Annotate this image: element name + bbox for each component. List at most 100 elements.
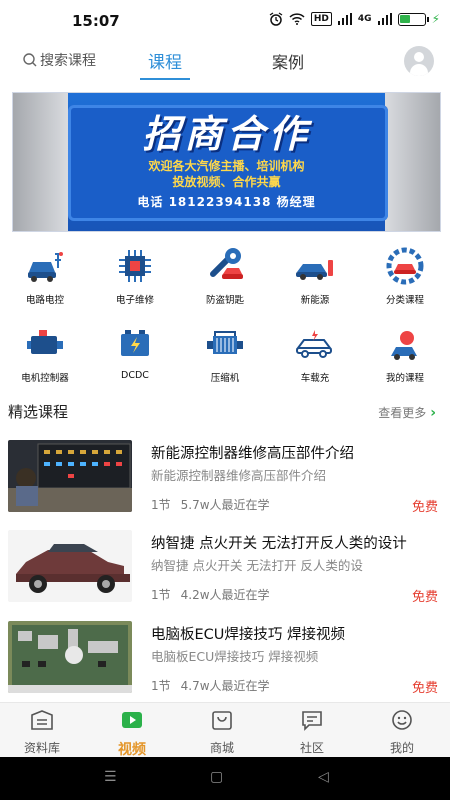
see-more-link[interactable]: 查看更多 › xyxy=(378,404,436,421)
search-button[interactable]: 搜索课程 xyxy=(22,50,96,70)
banner-line2: 投放视频、合作共赢 xyxy=(172,175,281,189)
library-icon xyxy=(31,710,53,730)
hd-badge: HD xyxy=(310,12,332,26)
nav-item-profile[interactable]: 我的 xyxy=(372,709,432,756)
signal-icon xyxy=(337,13,352,25)
category-label: DCDC xyxy=(121,370,149,381)
avatar[interactable] xyxy=(404,46,434,76)
category-item-key[interactable]: 防盗钥匙 xyxy=(190,246,260,306)
category-item-ev[interactable]: 新能源 xyxy=(280,246,350,306)
nav-label: 社区 xyxy=(299,741,324,755)
alarm-icon xyxy=(269,12,283,26)
nav-item-library[interactable]: 资料库 xyxy=(12,709,72,756)
course-subtitle: 电脑板ECU焊接技巧 焊接视频 xyxy=(151,649,319,664)
wifi-icon xyxy=(289,13,305,25)
category-item-dcdc[interactable]: DCDC xyxy=(100,324,170,381)
menu-icon[interactable]: ☰ xyxy=(104,769,117,785)
battery-icon xyxy=(397,12,429,26)
category-item-charger[interactable]: 车载充 xyxy=(280,324,350,384)
see-more-label: 查看更多 xyxy=(378,406,427,420)
course-subtitle: 纳智捷 点火开关 无法打开 反人类的设 xyxy=(151,558,363,573)
bottom-nav: 资料库 视频 商城 社区 我的 xyxy=(0,702,450,759)
course-learners: 5.7w人最近在学 xyxy=(180,498,270,512)
back-icon[interactable]: ◁ xyxy=(318,769,329,785)
nav-label: 资料库 xyxy=(23,741,60,755)
nav-label: 我的 xyxy=(389,741,414,755)
status-icons: HD 4G ⚡ xyxy=(269,12,440,26)
category-item-classify[interactable]: 分类课程 xyxy=(370,246,440,306)
shop-icon xyxy=(212,711,232,730)
course-meta: 1节 5.7w人最近在学 xyxy=(151,496,270,513)
category-label: 电机控制器 xyxy=(21,373,69,384)
nav-label: 视频 xyxy=(118,742,146,758)
nav-item-video[interactable]: 视频 xyxy=(102,709,162,759)
course-title: 新能源控制器维修高压部件介绍 xyxy=(151,446,354,462)
category-label: 压缩机 xyxy=(210,373,240,384)
category-grid: 电路电控 电子维修 防盗钥匙 新能源 分类课程 电机控制器 DCDC 压缩机 车… xyxy=(0,242,450,384)
search-icon xyxy=(23,53,37,67)
course-item[interactable]: 纳智捷 点火开关 无法打开反人类的设计 纳智捷 点火开关 无法打开 反人类的设 … xyxy=(0,530,450,620)
network-type: 4G xyxy=(357,14,372,24)
charging-icon: ⚡ xyxy=(431,12,440,26)
profile-icon xyxy=(392,710,412,730)
course-meta: 1节 4.2w人最近在学 xyxy=(151,586,270,603)
course-thumbnail xyxy=(8,530,132,602)
category-item-circuit[interactable]: 电路电控 xyxy=(10,246,80,306)
chevron-right-icon: › xyxy=(430,404,436,421)
search-label: 搜索课程 xyxy=(40,53,96,69)
my-course-icon xyxy=(391,331,417,360)
course-item[interactable]: 电脑板ECU焊接技巧 焊接视频 电脑板ECU焊接技巧 焊接视频 1节 4.7w人最… xyxy=(0,621,450,711)
gear-car-icon xyxy=(386,247,424,285)
course-price: 免费 xyxy=(411,590,438,605)
nav-label: 商城 xyxy=(209,741,234,755)
community-icon xyxy=(302,711,322,731)
video-icon xyxy=(122,712,142,728)
category-item-motor[interactable]: 电机控制器 xyxy=(10,324,80,384)
course-title: 纳智捷 点火开关 无法打开反人类的设计 xyxy=(151,536,407,552)
section-title: 精选课程 xyxy=(8,403,69,421)
course-lessons: 1节 xyxy=(151,498,171,512)
category-label: 车载充 xyxy=(300,373,330,384)
app-screen: 15:07 HD 4G ⚡ 搜索课程 课程 案例 招商合作 欢迎各大汽修主播、培… xyxy=(0,0,450,800)
nav-item-community[interactable]: 社区 xyxy=(282,709,342,756)
home-icon[interactable]: ▢ xyxy=(210,769,223,785)
promo-banner[interactable]: 招商合作 欢迎各大汽修主播、培训机构 投放视频、合作共赢 电话 18122394… xyxy=(12,92,441,232)
banner-title: 招商合作 xyxy=(142,111,311,156)
category-label: 防盗钥匙 xyxy=(205,295,244,306)
status-bar: 15:07 HD 4G ⚡ xyxy=(0,0,450,42)
course-price: 免费 xyxy=(411,500,438,515)
course-learners: 4.7w人最近在学 xyxy=(180,679,270,693)
course-subtitle: 新能源控制器维修高压部件介绍 xyxy=(151,468,327,483)
tab-case[interactable]: 案例 xyxy=(272,49,304,73)
active-tab-indicator xyxy=(140,78,190,80)
banner-phone: 电话 18122394138 杨经理 xyxy=(137,195,316,209)
category-label: 我的课程 xyxy=(385,373,424,384)
car-circuit-icon xyxy=(28,252,63,282)
car-key-icon xyxy=(210,248,243,279)
signal-icon-2 xyxy=(377,13,392,25)
tab-course[interactable]: 课程 xyxy=(148,48,182,73)
chip-icon xyxy=(119,250,151,282)
course-thumbnail xyxy=(8,621,132,693)
category-label: 新能源 xyxy=(300,295,330,306)
charging-car-icon xyxy=(296,330,332,358)
course-item[interactable]: 新能源控制器维修高压部件介绍 新能源控制器维修高压部件介绍 1节 5.7w人最近在… xyxy=(0,440,450,530)
category-label: 电子维修 xyxy=(115,295,154,306)
engine-icon xyxy=(207,331,243,354)
nav-item-shop[interactable]: 商城 xyxy=(192,709,252,756)
battery-icon xyxy=(121,330,149,356)
course-price: 免费 xyxy=(411,681,438,696)
course-title: 电脑板ECU焊接技巧 焊接视频 xyxy=(151,627,346,643)
category-item-compressor[interactable]: 压缩机 xyxy=(190,324,260,384)
system-nav-bar: ☰ ▢ ◁ xyxy=(0,757,450,800)
category-item-my-course[interactable]: 我的课程 xyxy=(370,324,440,384)
category-label: 分类课程 xyxy=(385,295,424,306)
course-learners: 4.2w人最近在学 xyxy=(180,588,270,602)
course-lessons: 1节 xyxy=(151,588,171,602)
course-thumbnail xyxy=(8,440,132,512)
category-label: 电路电控 xyxy=(25,295,64,306)
status-time: 15:07 xyxy=(72,12,120,30)
banner-line1: 欢迎各大汽修主播、培训机构 xyxy=(148,159,305,173)
category-item-electronics[interactable]: 电子维修 xyxy=(100,246,170,306)
course-lessons: 1节 xyxy=(151,679,171,693)
